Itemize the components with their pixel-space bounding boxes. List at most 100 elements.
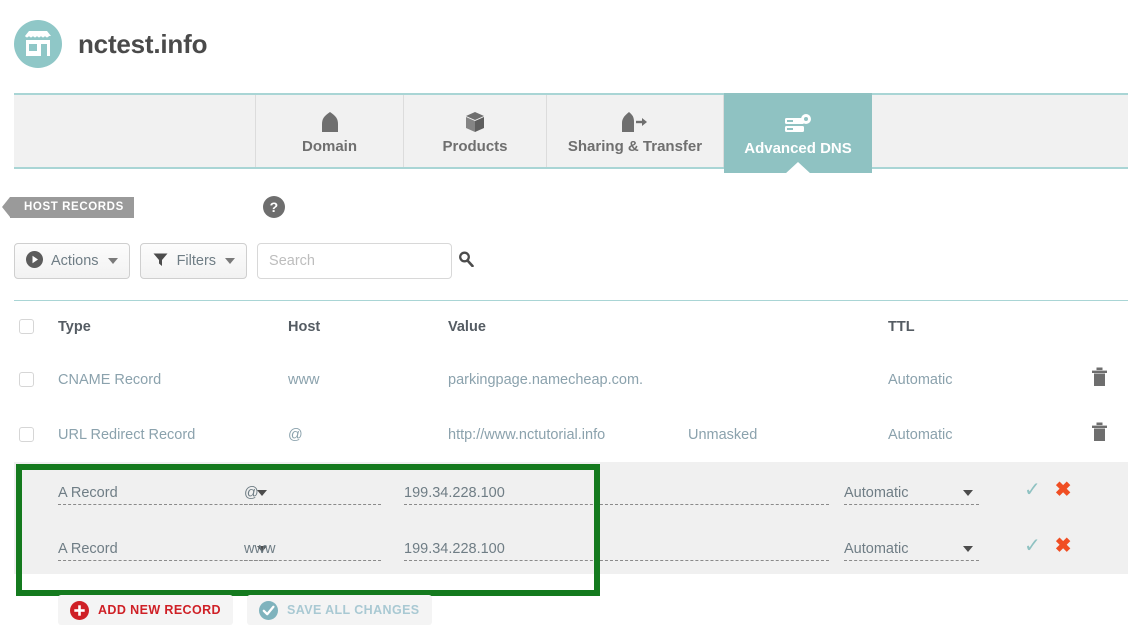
ttl-select-value: Automatic	[844, 485, 909, 501]
cell-value: parkingpage.namecheap.com.	[448, 371, 644, 388]
edit-cell-type: A Record	[14, 475, 273, 505]
check-icon[interactable]: ✓	[1024, 480, 1041, 500]
records-toolbar: Actions Filters	[14, 243, 474, 279]
row-select-cell	[14, 427, 58, 442]
server-gear-icon	[783, 110, 813, 136]
trash-icon[interactable]	[1091, 367, 1108, 392]
edit-cell-host: @	[244, 475, 404, 505]
column-header-ttl: TTL	[888, 318, 915, 335]
x-icon[interactable]: ✖	[1055, 480, 1072, 500]
chevron-down-icon	[963, 546, 973, 552]
tab-bar-spacer	[14, 95, 256, 167]
edit-cell-actions: ✓ ✖	[1004, 480, 1128, 500]
box-icon	[464, 108, 486, 134]
plus-circle-icon	[70, 600, 89, 620]
cell-type: URL Redirect Record	[58, 426, 196, 443]
type-select-value: A Record	[58, 485, 118, 501]
table-row-editing[interactable]: A Record @ 199.34.228.100 Automatic ✓ ✖	[14, 462, 1128, 518]
table-row[interactable]: CNAME Record www parkingpage.namecheap.c…	[14, 352, 1128, 407]
search-input[interactable]	[267, 252, 459, 270]
host-input[interactable]: www	[244, 531, 381, 561]
storefront-icon	[14, 20, 62, 68]
host-records-banner: HOST RECORDS	[2, 196, 134, 218]
tab-products[interactable]: Products	[404, 95, 547, 167]
question-mark-icon[interactable]: ?	[262, 196, 285, 218]
table-row-editing[interactable]: A Record www 199.34.228.100 Automatic ✓ …	[14, 518, 1128, 574]
main-tab-bar: Domain Products Sharing & Transfer Advan…	[14, 93, 1128, 174]
value-input-value: 199.34.228.100	[404, 485, 505, 501]
save-all-changes-label: SAVE ALL CHANGES	[286, 603, 420, 617]
save-all-changes-button[interactable]: SAVE ALL CHANGES	[246, 595, 432, 625]
add-new-record-button[interactable]: ADD NEW RECORD	[58, 595, 233, 625]
cell-actions	[1048, 367, 1128, 392]
column-header-value: Value	[448, 318, 486, 335]
select-all-cell	[14, 319, 58, 334]
page-root: nctest.info Domain Products Sharing & Tr…	[0, 0, 1142, 636]
row-checkbox[interactable]	[19, 372, 34, 387]
edit-cell-ttl: Automatic	[844, 531, 1004, 561]
row-checkbox[interactable]	[19, 427, 34, 442]
filters-button-label: Filters	[176, 253, 217, 269]
cell-extra: Unmasked	[688, 426, 758, 443]
table-row[interactable]: URL Redirect Record @ http://www.nctutor…	[14, 407, 1128, 462]
edit-cell-host: www	[244, 531, 404, 561]
value-input[interactable]: 199.34.228.100	[404, 531, 829, 561]
house-arrow-icon	[620, 108, 650, 134]
cell-value: http://www.nctutorial.info	[448, 426, 606, 443]
trash-icon[interactable]	[1091, 422, 1108, 447]
active-tab-pointer	[785, 162, 811, 174]
tab-domain[interactable]: Domain	[256, 95, 404, 167]
edit-cell-value: 199.34.228.100	[404, 475, 844, 505]
cell-ttl: Automatic	[888, 371, 953, 388]
table-header-row: Type Host Value TTL	[14, 300, 1128, 352]
page-title: nctest.info	[78, 28, 208, 59]
value-input-value: 199.34.228.100	[404, 541, 505, 557]
select-all-checkbox[interactable]	[19, 319, 34, 334]
tab-sharing-transfer[interactable]: Sharing & Transfer	[547, 95, 724, 167]
magnifier-icon[interactable]	[458, 251, 474, 272]
type-select[interactable]: A Record	[58, 531, 273, 561]
edit-cell-actions: ✓ ✖	[1004, 536, 1128, 556]
tab-advanced-dns[interactable]: Advanced DNS	[724, 93, 872, 174]
actions-button-label: Actions	[51, 253, 99, 269]
chevron-down-icon	[963, 490, 973, 496]
tab-sharing-transfer-label: Sharing & Transfer	[567, 137, 703, 155]
column-header-host: Host	[288, 318, 321, 335]
type-select[interactable]: A Record	[58, 475, 273, 505]
type-select-value: A Record	[58, 541, 118, 557]
edit-cell-value: 199.34.228.100	[404, 531, 844, 561]
site-header: nctest.info	[0, 0, 1142, 88]
section-banner-row: HOST RECORDS ?	[2, 196, 285, 218]
add-new-record-label: ADD NEW RECORD	[98, 603, 221, 617]
edit-cell-type: A Record	[14, 531, 273, 561]
x-icon[interactable]: ✖	[1055, 536, 1072, 556]
value-input[interactable]: 199.34.228.100	[404, 475, 829, 505]
house-icon	[319, 108, 341, 134]
cell-host: @	[288, 426, 303, 443]
play-circle-icon	[26, 250, 43, 272]
edit-cell-ttl: Automatic	[844, 475, 1004, 505]
chevron-down-icon	[107, 258, 118, 264]
column-header-type: Type	[58, 318, 91, 335]
tab-products-label: Products	[442, 137, 508, 155]
host-input-value: @	[244, 485, 259, 501]
cell-host: www	[288, 371, 320, 388]
ttl-select[interactable]: Automatic	[844, 475, 979, 505]
host-input[interactable]: @	[244, 475, 381, 505]
chevron-down-icon	[225, 258, 236, 264]
footer-actions: ADD NEW RECORD SAVE ALL CHANGES	[58, 595, 446, 625]
filters-button[interactable]: Filters	[139, 243, 248, 279]
cell-type: CNAME Record	[58, 371, 162, 388]
funnel-icon	[152, 251, 169, 272]
search-box[interactable]	[257, 243, 474, 279]
check-circle-icon	[258, 600, 278, 620]
host-input-value: www	[244, 541, 276, 557]
ttl-select-value: Automatic	[844, 541, 909, 557]
tab-domain-label: Domain	[301, 137, 357, 155]
cell-actions	[1048, 422, 1128, 447]
host-records-table: Type Host Value TTL CNAME Record www par…	[14, 300, 1128, 574]
row-select-cell	[14, 372, 58, 387]
check-icon[interactable]: ✓	[1024, 536, 1041, 556]
actions-button[interactable]: Actions	[14, 243, 130, 279]
ttl-select[interactable]: Automatic	[844, 531, 979, 561]
